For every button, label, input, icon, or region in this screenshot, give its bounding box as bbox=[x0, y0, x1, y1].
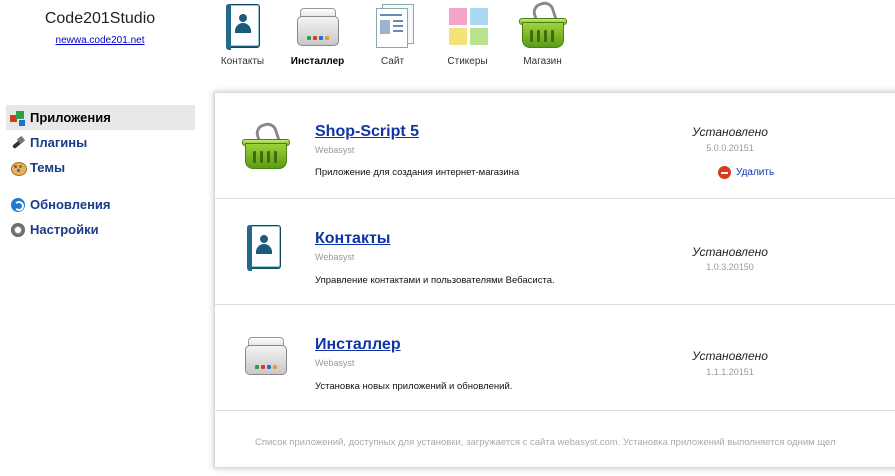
app-title-link[interactable]: Shop-Script 5 bbox=[315, 123, 419, 141]
app-row: Shop-Script 5 Webasyst Приложение для со… bbox=[215, 93, 895, 199]
app-description: Приложение для создания интернет-магазин… bbox=[315, 167, 520, 178]
brand-site-link[interactable]: newwa.code201.net bbox=[0, 35, 200, 46]
plug-icon bbox=[10, 135, 26, 151]
app-version: 5.0.0.20151 bbox=[706, 143, 754, 153]
app-title-link[interactable]: Контакты bbox=[315, 230, 390, 248]
sidebar-item-settings[interactable]: Настройки bbox=[6, 217, 195, 242]
app-vendor: Webasyst bbox=[315, 358, 355, 368]
sidebar: Приложения Плагины Темы Обновления Настр… bbox=[6, 105, 195, 242]
contacts-book-icon bbox=[218, 2, 268, 52]
app-description: Установка новых приложений и обновлений. bbox=[315, 381, 513, 392]
shop-basket-icon bbox=[518, 0, 568, 52]
sidebar-item-label: Плагины bbox=[30, 135, 88, 150]
app-vendor: Webasyst bbox=[315, 145, 355, 155]
app-installer[interactable]: Инсталлер bbox=[280, 0, 355, 80]
stickers-icon bbox=[443, 2, 493, 52]
gear-icon bbox=[10, 222, 26, 238]
sidebar-item-label: Обновления bbox=[30, 197, 111, 212]
apps-panel: Shop-Script 5 Webasyst Приложение для со… bbox=[214, 92, 895, 468]
delete-label: Удалить bbox=[736, 167, 775, 178]
sidebar-item-label: Настройки bbox=[30, 222, 99, 237]
brand: Code201Studio newwa.code201.net bbox=[0, 8, 200, 46]
sidebar-item-apps[interactable]: Приложения bbox=[6, 105, 195, 130]
shop-basket-icon bbox=[241, 120, 291, 173]
installer-drive-icon bbox=[241, 331, 291, 381]
app-row: Инсталлер Webasyst Установка новых прило… bbox=[215, 305, 895, 411]
sidebar-item-themes[interactable]: Темы bbox=[6, 155, 195, 180]
app-label: Инсталлер bbox=[290, 56, 345, 67]
install-status: Установлено bbox=[692, 349, 768, 363]
site-pages-icon bbox=[368, 2, 418, 52]
sidebar-item-plugins[interactable]: Плагины bbox=[6, 130, 195, 155]
app-label: Магазин bbox=[523, 56, 562, 67]
brand-name: Code201Studio bbox=[44, 10, 156, 27]
contacts-book-icon bbox=[239, 223, 289, 273]
app-bar: Контакты Инсталлер Сайт Стикеры Магазин bbox=[205, 0, 580, 80]
palette-icon bbox=[10, 160, 27, 176]
sidebar-item-updates[interactable]: Обновления bbox=[6, 192, 195, 217]
app-site[interactable]: Сайт bbox=[355, 0, 430, 80]
app-shop[interactable]: Магазин bbox=[505, 0, 580, 80]
sidebar-item-label: Приложения bbox=[30, 110, 111, 125]
app-label: Стикеры bbox=[447, 56, 488, 67]
app-description: Управление контактами и пользователями В… bbox=[315, 275, 555, 286]
app-stickers[interactable]: Стикеры bbox=[430, 0, 505, 80]
sidebar-item-label: Темы bbox=[30, 160, 66, 175]
app-title-link[interactable]: Инсталлер bbox=[315, 336, 401, 354]
apps-icon bbox=[10, 110, 26, 126]
app-version: 1.0.3.20150 bbox=[706, 262, 754, 272]
install-status: Установлено bbox=[692, 245, 768, 259]
app-row: Контакты Webasyst Управление контактами … bbox=[215, 199, 895, 305]
delete-button[interactable]: Удалить bbox=[718, 166, 774, 179]
app-label: Контакты bbox=[220, 56, 265, 67]
app-version: 1.1.1.20151 bbox=[706, 367, 754, 377]
update-icon bbox=[10, 197, 26, 213]
delete-icon bbox=[718, 166, 731, 179]
footer-note: Список приложений, доступных для установ… bbox=[255, 437, 836, 448]
app-vendor: Webasyst bbox=[315, 252, 355, 262]
app-contacts[interactable]: Контакты bbox=[205, 0, 280, 80]
install-status: Установлено bbox=[692, 125, 768, 139]
installer-drive-icon bbox=[293, 2, 343, 52]
app-label: Сайт bbox=[380, 56, 405, 67]
